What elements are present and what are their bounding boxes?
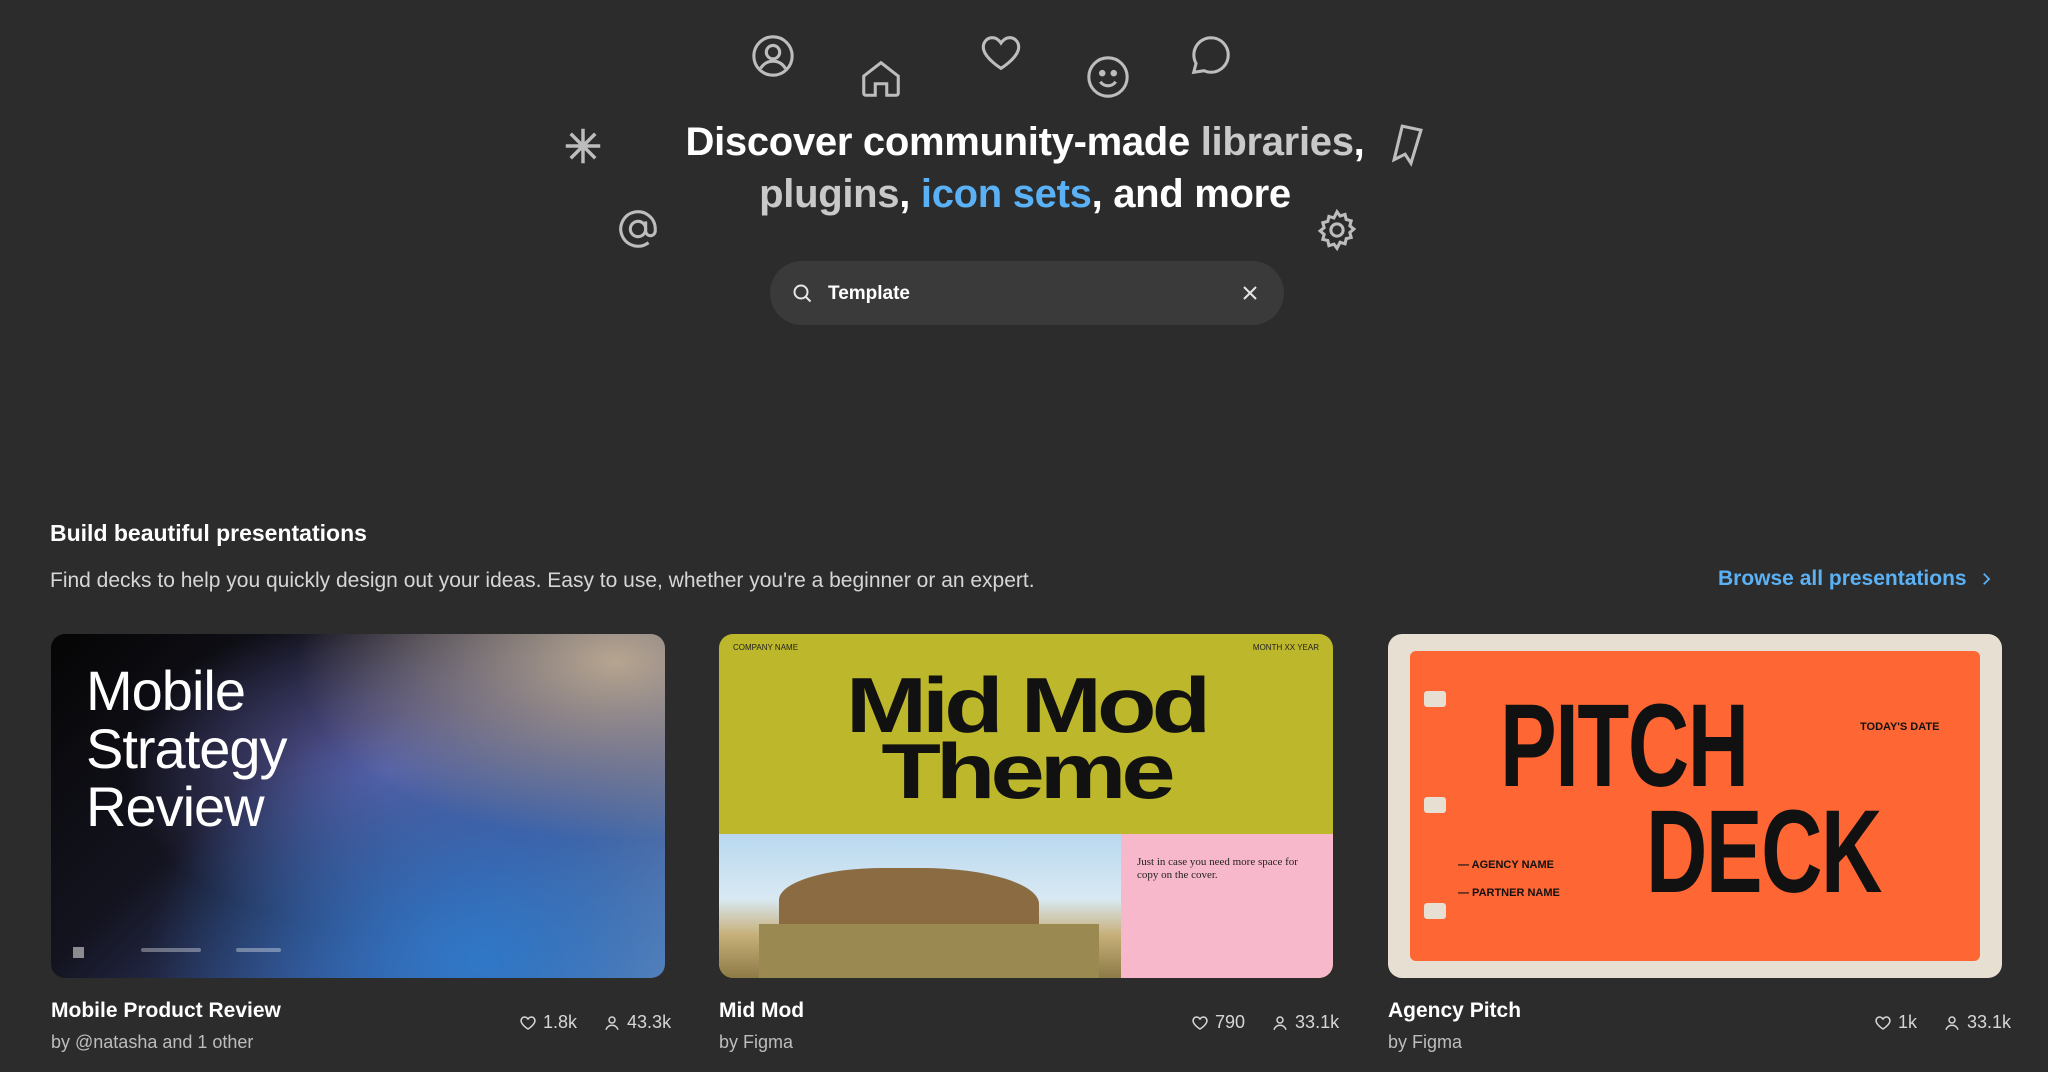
thumb-date: TODAY'S DATE xyxy=(1860,721,1940,733)
thumb-date: MONTH XX YEAR xyxy=(1252,643,1319,652)
binder-tab xyxy=(1424,797,1446,813)
like-count: 790 xyxy=(1215,1012,1246,1032)
user-count: 33.1k xyxy=(1295,1012,1340,1032)
thumb-logo-square xyxy=(73,947,84,958)
card-stats: 1.8k 43.3k xyxy=(519,1012,671,1033)
thumb-note: Just in case you need more space for cop… xyxy=(1137,856,1298,881)
like-count: 1.8k xyxy=(543,1012,578,1032)
heart-icon xyxy=(520,1015,536,1030)
binder-tab xyxy=(1424,903,1446,919)
user-circle-icon xyxy=(750,33,796,79)
card-stats: 1k 33.1k xyxy=(1874,1012,2011,1033)
section-subtitle: Find decks to help you quickly design ou… xyxy=(50,569,1035,592)
browse-label: Browse all presentations xyxy=(1718,567,1967,590)
thumb-deck: DECK xyxy=(1646,786,1882,918)
card-stats: 790 33.1k xyxy=(1191,1012,1339,1033)
heart-icon xyxy=(978,30,1024,76)
headline-icon-sets: icon sets xyxy=(920,172,1092,216)
card-title[interactable]: Mobile Product Review xyxy=(51,999,281,1023)
headline-libraries: libraries xyxy=(1200,120,1354,164)
headline-plugins: plugins xyxy=(759,172,900,216)
user-icon xyxy=(605,1015,619,1030)
card-title[interactable]: Agency Pitch xyxy=(1388,999,1521,1023)
thumb-company: COMPANY NAME xyxy=(733,643,799,652)
headline-end: , and more xyxy=(1091,172,1292,216)
chevron-right-icon xyxy=(1982,573,1990,585)
search-input[interactable] xyxy=(826,275,1210,313)
headline-text: Discover community-made xyxy=(685,120,1201,164)
chat-bubble-icon xyxy=(1188,32,1234,78)
search-icon xyxy=(790,281,814,305)
clear-search-icon[interactable] xyxy=(1238,281,1262,305)
heart-icon xyxy=(1875,1015,1891,1030)
heart-icon xyxy=(1192,1015,1208,1030)
section-title: Build beautiful presentations xyxy=(50,520,367,546)
grass-shape xyxy=(759,924,1099,978)
thumb-orange-panel: PITCH DECK TODAY'S DATE — AGENCY NAME — … xyxy=(1410,651,1980,961)
thumb-line: Theme xyxy=(881,727,1175,815)
template-thumbnail-mid-mod[interactable]: COMPANY NAME MONTH XX YEAR Mid Mod Theme… xyxy=(719,634,1333,978)
thumb-caption-bar xyxy=(236,948,281,952)
smile-icon xyxy=(1085,54,1131,100)
thumb-pitch: PITCH xyxy=(1500,680,1749,812)
home-icon xyxy=(858,55,904,101)
thumb-photo xyxy=(719,834,1121,978)
user-icon xyxy=(1273,1015,1287,1030)
card-author[interactable]: by Figma xyxy=(1388,1032,1462,1053)
thumb-caption-bar xyxy=(141,948,201,952)
template-thumbnail-agency-pitch[interactable]: PITCH DECK TODAY'S DATE — AGENCY NAME — … xyxy=(1388,634,2002,978)
browse-all-presentations-link[interactable]: Browse all presentations xyxy=(1718,567,1995,591)
thumb-partner: — PARTNER NAME xyxy=(1458,887,1560,899)
headline-comma: , xyxy=(899,172,921,216)
user-count: 33.1k xyxy=(1967,1012,2012,1032)
user-icon xyxy=(1945,1015,1959,1030)
headline-comma: , xyxy=(1353,120,1365,164)
template-thumbnail-mobile-product-review[interactable]: Mobile Strategy Review xyxy=(51,634,665,978)
hero-headline: Discover community-made libraries, plugi… xyxy=(600,116,1450,220)
user-count: 43.3k xyxy=(627,1012,672,1032)
thumb-pink-panel: Just in case you need more space for cop… xyxy=(1121,834,1333,978)
thumb-line: Mobile xyxy=(86,659,246,722)
thumb-title: Mobile Strategy Review xyxy=(86,659,288,838)
binder-tab xyxy=(1424,691,1446,707)
like-count: 1k xyxy=(1898,1012,1918,1032)
thumb-agency: — AGENCY NAME xyxy=(1458,859,1554,871)
card-title[interactable]: Mid Mod xyxy=(719,999,804,1023)
thumb-line: Review xyxy=(86,775,265,838)
card-author[interactable]: by @natasha and 1 other xyxy=(51,1032,253,1053)
search-bar[interactable] xyxy=(770,261,1284,325)
thumb-line: Strategy xyxy=(86,717,288,780)
card-author[interactable]: by Figma xyxy=(719,1032,793,1053)
